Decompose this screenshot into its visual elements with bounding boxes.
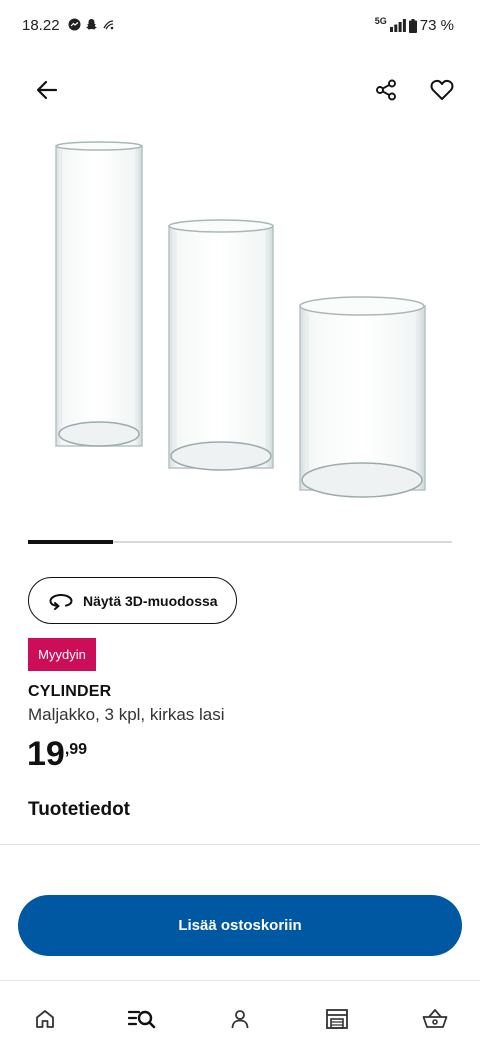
- favorite-button[interactable]: [422, 70, 462, 110]
- signal-icon: [389, 19, 406, 32]
- divider: [0, 980, 480, 981]
- nav-profile[interactable]: [218, 997, 262, 1041]
- add-to-cart-button[interactable]: Lisää ostoskoriin: [18, 895, 462, 956]
- status-indicators: 5G 73 %: [374, 15, 454, 35]
- price-integer: 19: [27, 735, 65, 773]
- product-description: Maljakko, 3 kpl, kirkas lasi: [28, 705, 225, 724]
- image-carousel-indicator: [28, 540, 452, 544]
- arrow-left-icon: [36, 80, 58, 100]
- battery-level: 73 %: [419, 17, 454, 34]
- product-details-heading[interactable]: Tuotetiedot: [28, 799, 130, 821]
- wifi-calling-icon: [103, 20, 114, 30]
- product-price: 19 , 99: [27, 734, 87, 774]
- carousel-progress: [28, 540, 113, 544]
- basket-icon: [422, 1009, 448, 1028]
- view-3d-button[interactable]: Näytä 3D-muodossa: [28, 577, 237, 624]
- add-to-cart-label: Lisää ostoskoriin: [178, 917, 302, 934]
- price-decimal: 99: [69, 741, 88, 758]
- product-name: CYLINDER: [28, 683, 112, 700]
- bestseller-badge: Myydyin: [28, 638, 96, 671]
- back-button[interactable]: [27, 70, 67, 110]
- bottom-navigation: [0, 997, 480, 1041]
- vase-tall: [55, 141, 143, 447]
- battery-icon: [408, 18, 417, 33]
- product-image[interactable]: [0, 126, 480, 526]
- heart-icon: [430, 79, 454, 100]
- nav-search[interactable]: [120, 997, 164, 1041]
- profile-icon: [231, 1010, 249, 1029]
- vase-medium: [168, 219, 274, 471]
- status-bar: 18.22 5G 73 %: [0, 0, 480, 52]
- network-type: 5G: [374, 15, 387, 26]
- share-icon: [376, 79, 396, 101]
- vase-short: [299, 296, 426, 498]
- status-time: 18.22: [22, 17, 60, 34]
- home-icon: [36, 1010, 54, 1028]
- snapchat-icon: [86, 19, 97, 30]
- nav-basket[interactable]: [413, 997, 457, 1041]
- search-icon: [128, 1010, 156, 1029]
- store-icon: [326, 1009, 348, 1029]
- messenger-icon: [68, 18, 81, 31]
- nav-stores[interactable]: [315, 997, 359, 1041]
- share-button[interactable]: [366, 70, 406, 110]
- status-notifications: [68, 18, 115, 31]
- nav-home[interactable]: [23, 997, 67, 1041]
- rotate-3d-icon: [49, 593, 73, 610]
- divider: [0, 844, 480, 845]
- view-3d-label: Näytä 3D-muodossa: [83, 592, 218, 609]
- top-navigation: [0, 70, 480, 114]
